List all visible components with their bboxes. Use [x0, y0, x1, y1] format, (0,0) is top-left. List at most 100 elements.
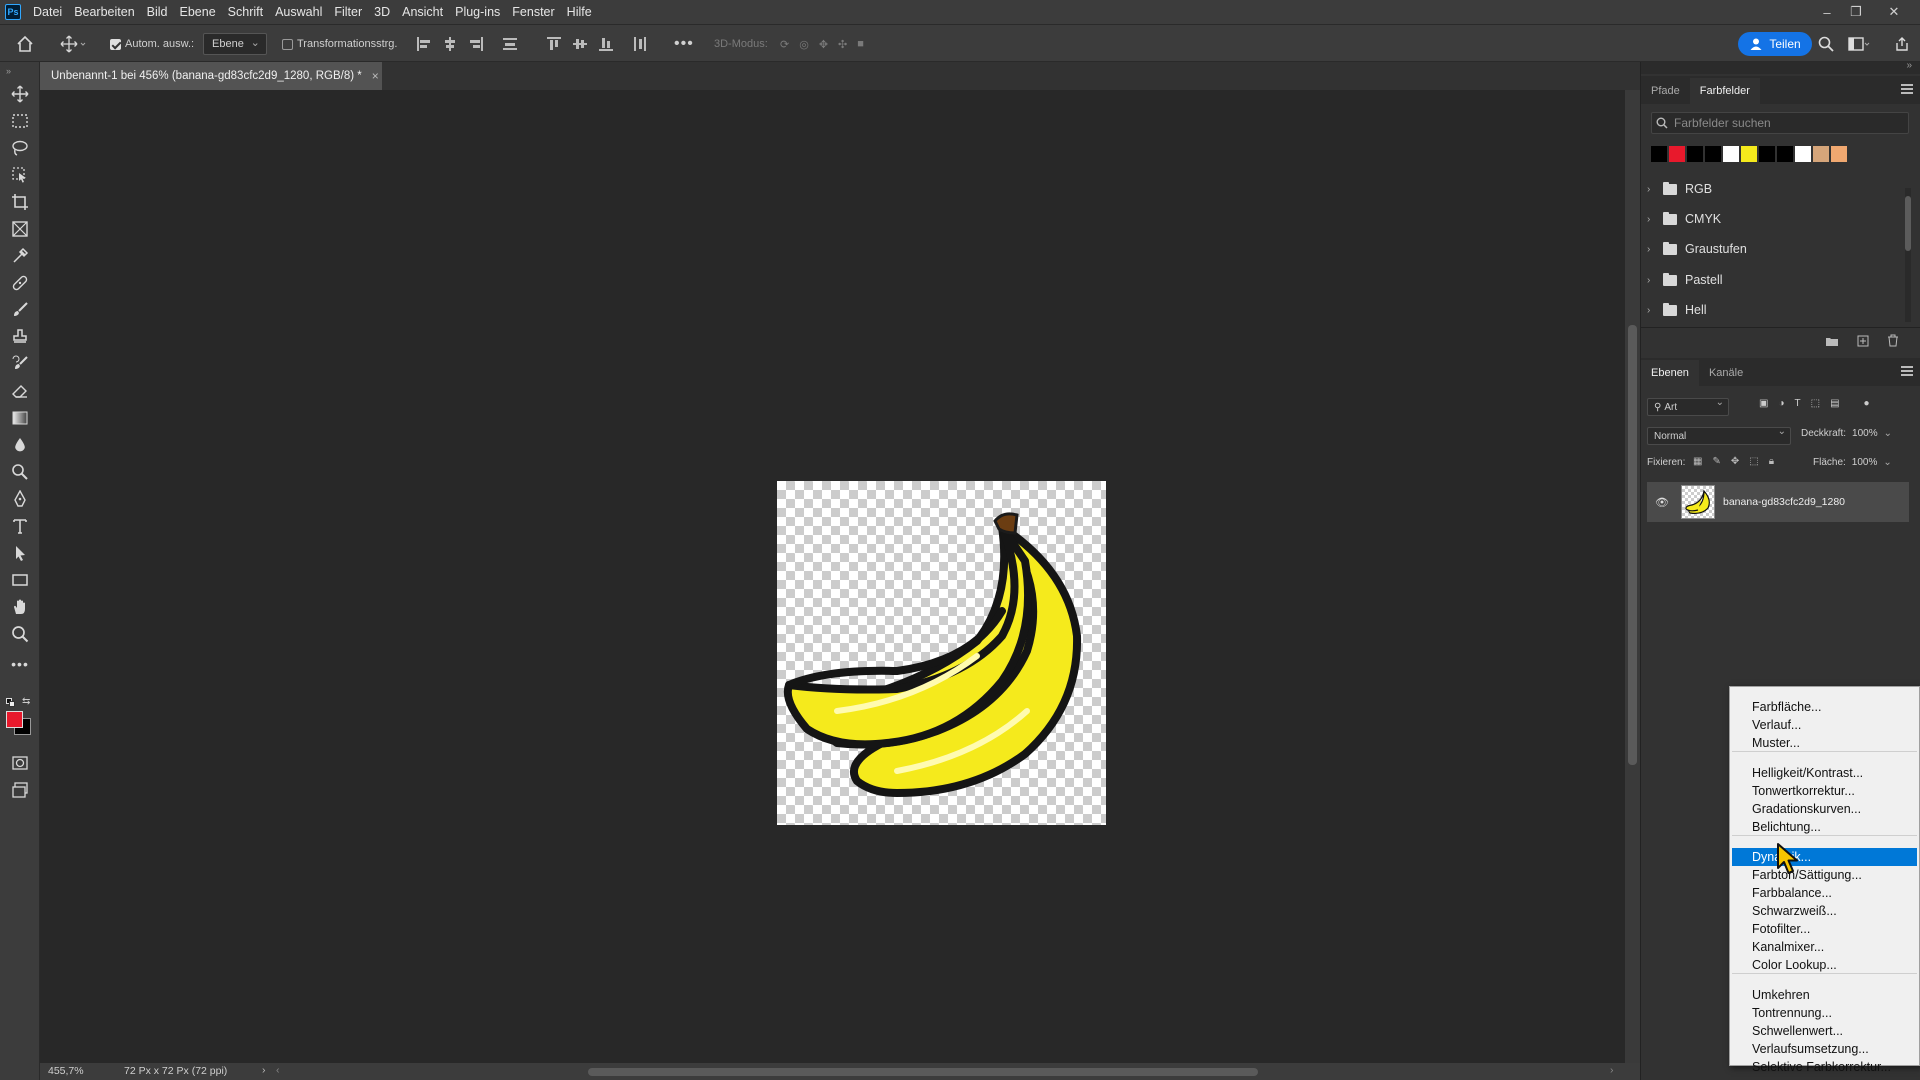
collapse-toolbar-icon[interactable]: » — [6, 66, 11, 76]
new-group-icon[interactable] — [1825, 335, 1839, 347]
menu-plugins[interactable]: Plug-ins — [449, 0, 506, 24]
quick-mask-icon[interactable] — [8, 751, 32, 775]
3d-roll-icon[interactable]: ◎ — [799, 38, 809, 51]
new-swatch-icon[interactable] — [1857, 335, 1869, 347]
menu-item[interactable]: Gradationskurven... — [1732, 800, 1917, 818]
menu-bild[interactable]: Bild — [141, 0, 174, 24]
menu-item[interactable]: Farbton/Sättigung... — [1732, 866, 1917, 884]
layer-filter-dropdown[interactable]: ⚲ Art — [1647, 397, 1729, 416]
opacity-value[interactable]: 100% — [1852, 428, 1878, 439]
canvas-workspace[interactable] — [40, 90, 1625, 1063]
gradient-icon[interactable] — [8, 406, 32, 430]
align-left-icon[interactable] — [416, 25, 432, 63]
rectangle-icon[interactable] — [8, 568, 32, 592]
menu-ansicht[interactable]: Ansicht — [396, 0, 449, 24]
lock-transparency-icon[interactable]: ▦ — [1693, 456, 1702, 467]
menu-item[interactable]: Helligkeit/Kontrast... — [1732, 764, 1917, 782]
more-tools-icon[interactable]: ••• — [8, 652, 32, 676]
menu-item[interactable]: Farbbalance... — [1732, 884, 1917, 902]
scroll-left-icon[interactable]: ‹ — [276, 1064, 280, 1076]
tab-ebenen[interactable]: Ebenen — [1641, 360, 1699, 386]
close-window-icon[interactable]: ✕ — [1883, 0, 1905, 24]
3d-pan-icon[interactable]: ✥ — [819, 38, 828, 51]
zoom-icon[interactable] — [8, 622, 32, 646]
layer-row[interactable]: 👁︎ banana-gd83cfc2d9_1280 — [1647, 482, 1909, 522]
auto-select-checkbox[interactable] — [110, 38, 121, 50]
align-bottom-icon[interactable] — [598, 25, 614, 63]
swatch-chip[interactable] — [1687, 146, 1703, 162]
swatch-folder-graustufen[interactable]: › Graustufen — [1647, 238, 1747, 260]
swatch-chip[interactable] — [1741, 146, 1757, 162]
marquee-icon[interactable] — [8, 109, 32, 133]
horizontal-scroll-thumb[interactable] — [588, 1068, 1258, 1076]
distribute-vertical-icon[interactable] — [632, 25, 648, 63]
close-document-icon[interactable]: × — [372, 69, 379, 83]
swatch-chip[interactable] — [1705, 146, 1721, 162]
menu-item[interactable]: Fotofilter... — [1732, 920, 1917, 938]
menu-item[interactable]: Dynamik... — [1732, 848, 1917, 866]
default-colors-icon[interactable] — [6, 698, 16, 708]
brush-icon[interactable] — [8, 298, 32, 322]
tab-pfade[interactable]: Pfade — [1641, 78, 1690, 104]
3d-video-icon[interactable]: ■ — [857, 38, 864, 50]
swatch-folder-rgb[interactable]: › RGB — [1647, 178, 1712, 200]
menu-item[interactable]: Selektive Farbkorrektur... — [1732, 1058, 1917, 1076]
lasso-icon[interactable] — [8, 136, 32, 160]
path-select-icon[interactable] — [8, 541, 32, 565]
swatch-folder-cmyk[interactable]: › CMYK — [1647, 208, 1721, 230]
shape-filter-icon[interactable]: ⬚ — [1811, 398, 1820, 409]
lock-all-icon[interactable]: 🔒︎ — [1769, 456, 1774, 467]
menu-item[interactable]: Belichtung... — [1732, 818, 1917, 836]
align-center-icon[interactable] — [442, 25, 458, 63]
align-middle-icon[interactable] — [572, 25, 588, 63]
pen-icon[interactable] — [8, 487, 32, 511]
layer-name[interactable]: banana-gd83cfc2d9_1280 — [1723, 496, 1845, 508]
home-icon[interactable] — [16, 25, 34, 63]
dodge-icon[interactable] — [8, 460, 32, 484]
menu-item[interactable]: Verlaufsumsetzung... — [1732, 1040, 1917, 1058]
swatch-chip[interactable] — [1759, 146, 1775, 162]
share-button[interactable]: Teilen — [1738, 32, 1812, 56]
menu-filter[interactable]: Filter — [328, 0, 368, 24]
menu-item[interactable]: Kanalmixer... — [1732, 938, 1917, 956]
workspace-icon[interactable] — [1848, 25, 1870, 63]
healing-brush-icon[interactable] — [8, 271, 32, 295]
minimize-icon[interactable]: – — [1816, 0, 1838, 24]
zoom-level[interactable]: 455,7% — [48, 1065, 84, 1077]
blend-mode-dropdown[interactable]: Normal — [1647, 426, 1791, 445]
smartobject-filter-icon[interactable]: ▤ — [1830, 398, 1839, 409]
lock-artboard-icon[interactable]: ⬚ — [1749, 456, 1758, 467]
menu-item[interactable]: Schwarzweiß... — [1732, 902, 1917, 920]
visibility-eye-icon[interactable]: 👁︎ — [1655, 496, 1675, 509]
restore-icon[interactable]: ❐ — [1845, 0, 1867, 24]
tab-kanaele[interactable]: Kanäle — [1699, 360, 1753, 386]
swatch-chip[interactable] — [1813, 146, 1829, 162]
object-select-icon[interactable] — [8, 163, 32, 187]
lock-image-icon[interactable]: ✎ — [1712, 456, 1720, 467]
menu-bearbeiten[interactable]: Bearbeiten — [68, 0, 140, 24]
3d-orbit-icon[interactable]: ⟳ — [780, 38, 789, 51]
swatch-chip[interactable] — [1723, 146, 1739, 162]
menu-item[interactable]: Tontrennung... — [1732, 1004, 1917, 1022]
menu-3d[interactable]: 3D — [368, 0, 396, 24]
pixel-filter-icon[interactable]: ▣ — [1759, 398, 1768, 409]
tab-farbfelder[interactable]: Farbfelder — [1689, 78, 1760, 104]
fill-value[interactable]: 100% — [1852, 457, 1878, 468]
swap-colors-icon[interactable]: ⇆ — [22, 696, 30, 707]
chevron-down-icon[interactable]: ⌄ — [1884, 428, 1892, 439]
menu-hilfe[interactable]: Hilfe — [561, 0, 598, 24]
frame-icon[interactable] — [8, 217, 32, 241]
eraser-icon[interactable] — [8, 379, 32, 403]
menu-auswahl[interactable]: Auswahl — [269, 0, 328, 24]
share-export-icon[interactable] — [1894, 25, 1910, 63]
3d-slide-icon[interactable]: ✣ — [838, 38, 847, 51]
trash-icon[interactable] — [1887, 334, 1899, 347]
vertical-scrollbar[interactable] — [1625, 90, 1640, 1063]
document-canvas[interactable] — [777, 481, 1106, 825]
menu-item[interactable]: Schwellenwert... — [1732, 1022, 1917, 1040]
menu-item[interactable]: Muster... — [1732, 734, 1917, 752]
menu-item[interactable]: Farbfläche... — [1732, 698, 1917, 716]
hand-icon[interactable] — [8, 595, 32, 619]
swatches-scrollbar[interactable] — [1905, 188, 1911, 322]
menu-item[interactable]: Color Lookup... — [1732, 956, 1917, 974]
